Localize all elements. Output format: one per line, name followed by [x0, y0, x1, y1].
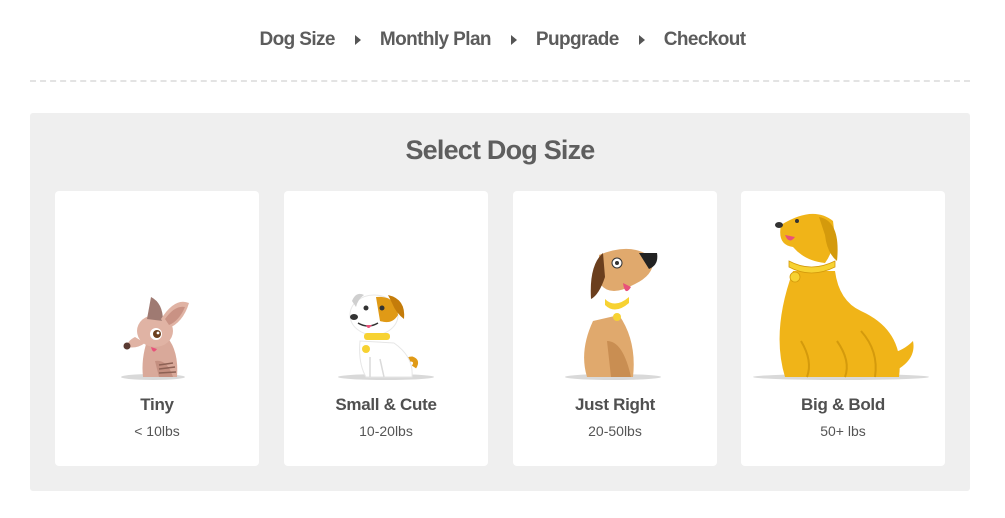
step-arrow-icon: [638, 35, 645, 45]
size-card-tiny[interactable]: Tiny < 10lbs: [55, 191, 259, 466]
size-card-just-right[interactable]: Just Right 20-50lbs: [513, 191, 717, 466]
hound-icon: [565, 248, 661, 380]
card-label: Big & Bold: [801, 395, 885, 414]
size-card-big-bold[interactable]: Big & Bold 50+ lbs: [741, 191, 945, 466]
terrier-icon: [338, 293, 434, 380]
step-arrow-icon: [510, 35, 517, 45]
golden-retriever-icon: [753, 213, 929, 380]
card-weight-range: 50+ lbs: [820, 423, 866, 439]
step-checkout[interactable]: Checkout: [664, 29, 746, 51]
step-arrow-icon: [354, 35, 361, 45]
step-monthly-plan[interactable]: Monthly Plan: [380, 29, 492, 51]
card-label: Small & Cute: [335, 395, 437, 414]
size-card-small-cute[interactable]: Small & Cute 10-20lbs: [284, 191, 488, 466]
card-weight-range: 10-20lbs: [359, 423, 413, 439]
panel-title: Select Dog Size: [405, 135, 595, 165]
step-pupgrade[interactable]: Pupgrade: [536, 29, 619, 51]
chihuahua-icon: [121, 297, 189, 380]
card-weight-range: < 10lbs: [134, 423, 180, 439]
checkout-steps: Dog Size Monthly Plan Pupgrade Checkout: [0, 29, 1005, 51]
dog-size-panel: Select Dog Size Tiny < 10lbs Small & Cut…: [30, 113, 970, 491]
dashed-divider: [30, 80, 970, 82]
card-weight-range: 20-50lbs: [588, 423, 642, 439]
card-label: Tiny: [140, 395, 174, 414]
card-label: Just Right: [574, 395, 656, 414]
step-dog-size[interactable]: Dog Size: [259, 29, 335, 51]
